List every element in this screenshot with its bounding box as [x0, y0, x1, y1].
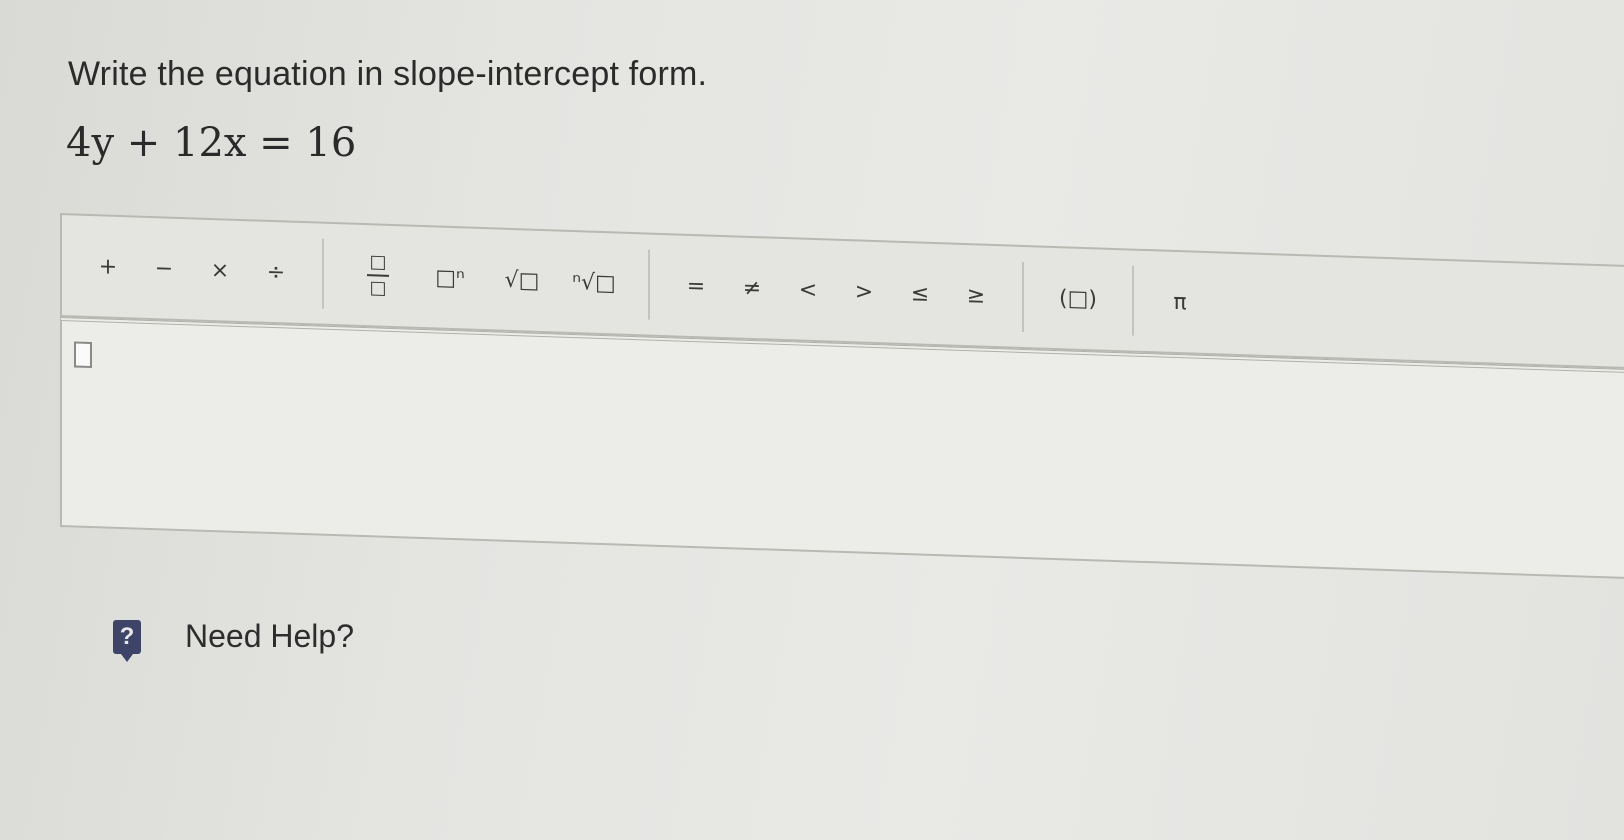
- fraction-numerator: □: [369, 251, 387, 273]
- divide-button[interactable]: ÷: [256, 247, 296, 298]
- toolbar-group-constants: π: [1134, 266, 1226, 339]
- math-editor: + − × ÷ □ □ □ⁿ √□ ⁿ√□ = ≠ < > ≤ ≥ (□) π: [60, 213, 1624, 596]
- parentheses-button[interactable]: (□): [1050, 273, 1106, 325]
- toolbar-group-templates: □ □ □ⁿ √□ ⁿ√□: [324, 238, 650, 320]
- toolbar-group-operators: + − × ÷: [62, 230, 324, 309]
- less-equal-button[interactable]: ≤: [900, 268, 940, 319]
- exponent-button[interactable]: □ⁿ: [422, 252, 478, 304]
- question-instruction: Write the equation in slope-intercept fo…: [68, 55, 708, 93]
- question-equation: 4y + 12x = 16: [66, 120, 357, 166]
- equals-button[interactable]: =: [676, 260, 716, 311]
- input-placeholder-box: [74, 341, 92, 369]
- need-help-label: Need Help?: [185, 618, 354, 654]
- toolbar-group-relations: = ≠ < > ≤ ≥: [650, 249, 1024, 332]
- times-button[interactable]: ×: [200, 245, 240, 296]
- minus-button[interactable]: −: [144, 243, 184, 294]
- fraction-icon: □ □: [367, 251, 389, 299]
- need-help-link[interactable]: ? Need Help?: [113, 618, 354, 662]
- fraction-denominator: □: [369, 277, 387, 299]
- nth-root-button[interactable]: ⁿ√□: [566, 257, 622, 309]
- greater-than-button[interactable]: >: [844, 266, 884, 317]
- toolbar-group-grouping: (□): [1024, 261, 1134, 336]
- pi-button[interactable]: π: [1160, 276, 1200, 327]
- sqrt-button[interactable]: √□: [494, 254, 550, 306]
- fraction-button[interactable]: □ □: [350, 250, 406, 302]
- not-equal-button[interactable]: ≠: [732, 262, 772, 313]
- less-than-button[interactable]: <: [788, 264, 828, 315]
- plus-button[interactable]: +: [88, 241, 128, 292]
- greater-equal-button[interactable]: ≥: [956, 270, 996, 321]
- help-icon: ?: [113, 619, 141, 662]
- page: Write the equation in slope-intercept fo…: [0, 0, 1624, 840]
